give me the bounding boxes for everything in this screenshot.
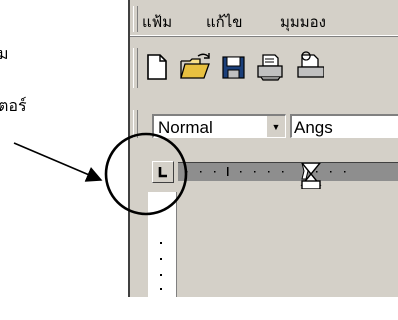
save-icon bbox=[222, 56, 245, 79]
new-document-icon bbox=[147, 54, 167, 80]
font-select[interactable]: Angs bbox=[290, 114, 398, 138]
menu-bar: แฟ้ม แก้ไข มุมมอง bbox=[130, 0, 398, 37]
horizontal-ruler[interactable] bbox=[178, 162, 398, 181]
print-preview-icon bbox=[297, 51, 325, 78]
print-button[interactable] bbox=[254, 50, 284, 84]
menu-view[interactable]: มุมมอง bbox=[280, 10, 326, 34]
toolbar-grip[interactable] bbox=[133, 48, 138, 88]
print-icon bbox=[257, 54, 283, 81]
ruler-ticks bbox=[186, 162, 346, 180]
menu-edit[interactable]: แก้ไข bbox=[206, 10, 243, 34]
indent-marker-icon[interactable] bbox=[298, 163, 324, 189]
chevron-down-icon[interactable]: ▼ bbox=[267, 116, 285, 137]
open-button[interactable] bbox=[178, 50, 210, 84]
open-folder-icon bbox=[180, 53, 210, 79]
font-select-value: Angs bbox=[294, 118, 333, 137]
print-preview-button[interactable] bbox=[294, 50, 325, 84]
highlight-circle bbox=[104, 132, 188, 216]
annotation-text: ม bbox=[0, 44, 9, 63]
new-document-button[interactable] bbox=[142, 50, 172, 84]
annotation-text: ตอร์ bbox=[0, 96, 27, 115]
save-button[interactable] bbox=[218, 50, 248, 84]
standard-toolbar bbox=[130, 44, 398, 92]
menu-file[interactable]: แฟ้ม bbox=[142, 10, 172, 34]
menubar-grip[interactable] bbox=[133, 6, 138, 32]
